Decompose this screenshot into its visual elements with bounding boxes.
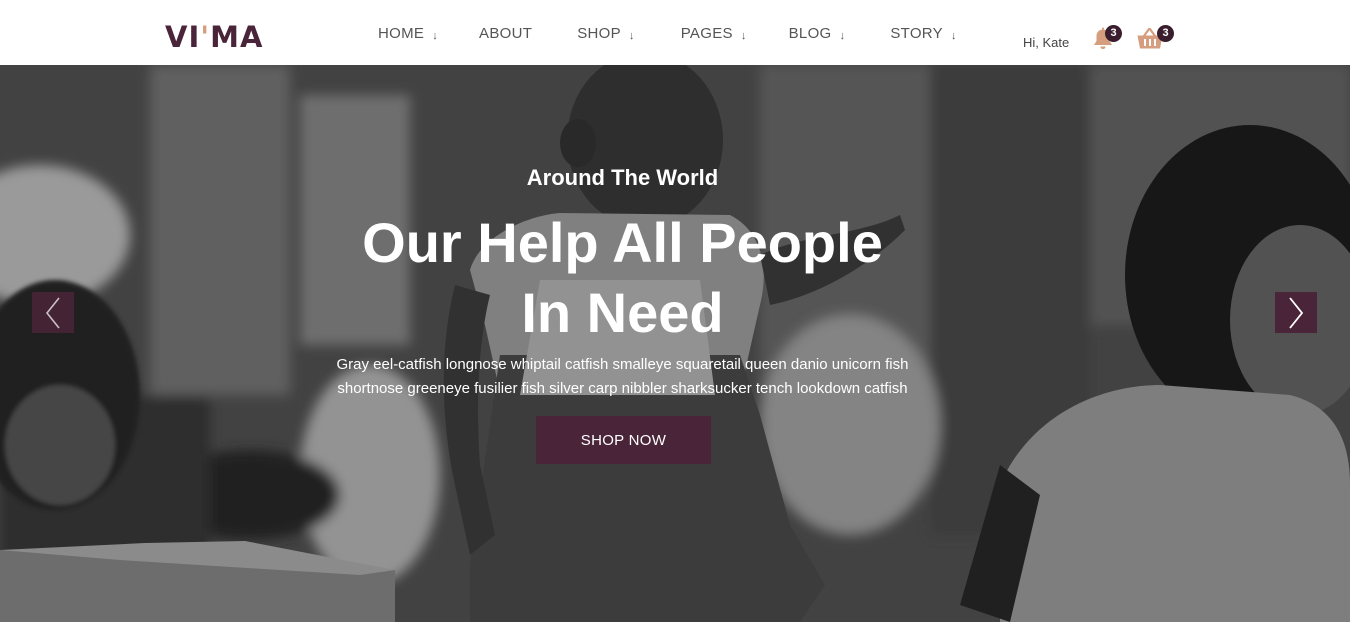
logo-part-2: '	[200, 20, 211, 54]
nav-item-blog[interactable]: BLOG ↓	[789, 25, 846, 42]
slider-next-button[interactable]	[1275, 292, 1317, 333]
notification-count-badge: 3	[1105, 25, 1122, 42]
shop-now-button[interactable]: SHOP NOW	[536, 416, 711, 464]
hero-title: Our Help All People In Need	[0, 208, 1245, 348]
logo-part-3: MA	[210, 20, 264, 54]
nav-item-story[interactable]: STORY ↓	[890, 25, 956, 42]
arrow-down-icon: ↓	[740, 29, 747, 42]
arrow-down-icon: ↓	[839, 29, 846, 42]
hero-subtitle: Around The World	[526, 165, 719, 190]
main-nav: HOME ↓ ABOUT SHOP ↓ PAGES ↓ BLOG ↓ STORY…	[378, 22, 957, 44]
arrow-down-icon: ↓	[950, 29, 957, 42]
hero-description: Gray eel-catfish longnose whiptail catfi…	[0, 353, 1245, 401]
hero-title-line-1: Our Help All People	[362, 211, 883, 274]
nav-item-pages-label: PAGES	[680, 24, 733, 42]
arrow-down-icon: ↓	[628, 29, 635, 42]
site-logo[interactable]: VI'MA	[165, 20, 263, 54]
chevron-right-icon	[1289, 296, 1304, 329]
cart-count-badge: 3	[1157, 25, 1174, 42]
nav-item-blog-label: BLOG	[788, 24, 832, 42]
notifications-button[interactable]: 3	[1090, 25, 1122, 51]
chevron-left-icon	[45, 297, 60, 328]
arrow-down-icon: ↓	[432, 29, 439, 42]
logo-part-1: VI	[165, 20, 201, 54]
nav-item-about[interactable]: ABOUT	[479, 25, 532, 42]
site-header: VI'MA HOME ↓ ABOUT SHOP ↓ PAGES ↓ BLOG ↓…	[0, 0, 1350, 65]
hero-title-line-2: In Need	[521, 281, 724, 344]
user-greeting[interactable]: Hi, Kate	[1023, 35, 1069, 50]
slider-prev-button[interactable]	[32, 292, 74, 333]
cart-button[interactable]: 3	[1136, 25, 1174, 51]
nav-item-home-label: HOME	[378, 24, 425, 42]
nav-item-story-label: STORY	[890, 24, 943, 42]
nav-item-pages[interactable]: PAGES ↓	[681, 25, 747, 42]
nav-item-shop-label: SHOP	[577, 24, 621, 42]
nav-item-home[interactable]: HOME ↓	[378, 25, 438, 42]
hero-slider: Around The World Our Help All People In …	[0, 65, 1350, 622]
hero-description-line-2: shortnose greeneye fusilier fish silver …	[337, 380, 908, 397]
hero-description-line-1: Gray eel-catfish longnose whiptail catfi…	[336, 356, 909, 373]
nav-item-about-label: ABOUT	[479, 24, 533, 42]
nav-item-shop[interactable]: SHOP ↓	[577, 25, 635, 42]
